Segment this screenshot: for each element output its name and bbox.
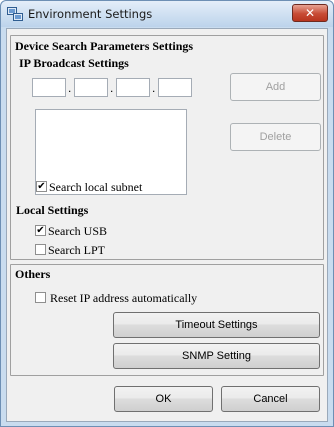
device-search-title: Device Search Parameters Settings (15, 39, 194, 53)
others-title: Others (15, 267, 51, 281)
dialog-body: Device Search Parameters Settings IP Bro… (6, 28, 328, 422)
search-usb-checkbox[interactable]: ✔ (35, 225, 46, 236)
close-icon: ✕ (304, 6, 316, 20)
cancel-button[interactable]: Cancel (221, 386, 320, 412)
snmp-setting-button[interactable]: SNMP Setting (113, 343, 320, 369)
reset-ip-checkbox[interactable] (35, 292, 46, 303)
ip-dot-separator: . (152, 81, 156, 95)
search-local-subnet-checkbox[interactable]: ✔ (36, 181, 47, 192)
delete-button[interactable]: Delete (230, 123, 321, 151)
ip-octet-2-input[interactable] (74, 78, 108, 97)
window-title: Environment Settings (28, 7, 153, 21)
ip-dot-separator: . (68, 81, 72, 95)
ip-octet-4-input[interactable] (158, 78, 192, 97)
add-button[interactable]: Add (230, 73, 321, 101)
ok-button[interactable]: OK (114, 386, 213, 412)
local-settings-title: Local Settings (16, 203, 89, 217)
reset-ip-label: Reset IP address automatically (50, 291, 198, 305)
network-settings-icon (7, 7, 23, 21)
ip-dot-separator: . (110, 81, 114, 95)
search-lpt-label: Search LPT (48, 243, 105, 257)
environment-settings-window: Environment Settings ✕ Device Search Par… (0, 0, 334, 427)
ip-octet-1-input[interactable] (32, 78, 66, 97)
search-usb-label: Search USB (48, 224, 107, 238)
title-bar[interactable]: Environment Settings ✕ (1, 1, 333, 27)
ip-octet-3-input[interactable] (116, 78, 150, 97)
timeout-settings-button[interactable]: Timeout Settings (113, 312, 320, 338)
close-button[interactable]: ✕ (292, 4, 328, 22)
ip-broadcast-title: IP Broadcast Settings (19, 56, 129, 70)
search-lpt-checkbox[interactable] (35, 244, 46, 255)
search-local-subnet-label: Search local subnet (49, 180, 143, 194)
